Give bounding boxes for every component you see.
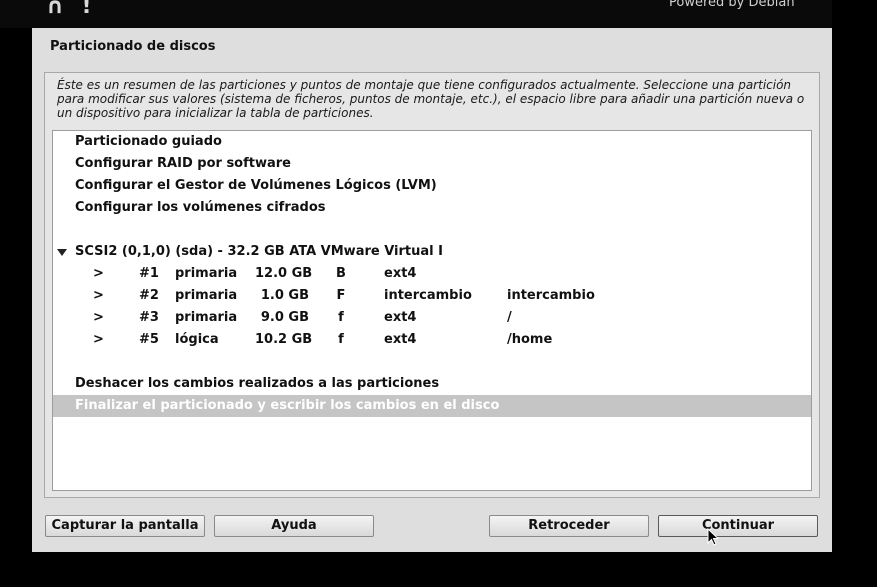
partition-filesystem: ext4 <box>384 310 417 325</box>
partition-row-5[interactable]: > #5 lógica 10.2 GB f ext4 /home <box>53 329 811 351</box>
list-item-configure-lvm[interactable]: Configurar el Gestor de Volúmenes Lógico… <box>53 175 811 197</box>
partition-flag: f <box>338 332 344 347</box>
list-item-configure-raid[interactable]: Configurar RAID por software <box>53 153 811 175</box>
partition-type: lógica <box>175 332 219 347</box>
content-frame: Éste es un resumen de las particiones y … <box>44 72 820 498</box>
partition-size: 9.0 GB <box>260 310 309 325</box>
expand-triangle-icon[interactable] <box>57 249 67 256</box>
powered-by-label: Powered by Debian <box>669 0 795 10</box>
description-text: Éste es un resumen de las particiones y … <box>57 78 805 120</box>
partition-size: 12.0 GB <box>255 266 313 281</box>
partition-arrow-icon: > <box>93 266 104 281</box>
partition-flag: F <box>336 288 346 303</box>
capture-screen-button[interactable]: Capturar la pantalla <box>45 515 205 537</box>
list-item-undo-changes[interactable]: Deshacer los cambios realizados a las pa… <box>53 373 811 395</box>
partition-type: primaria <box>175 266 238 281</box>
partition-mountpoint: intercambio <box>507 288 595 303</box>
partition-number: #5 <box>139 332 159 347</box>
partition-row-1[interactable]: > #1 primaria 12.0 GB B ext4 <box>53 263 811 285</box>
installer-logo: ∩ ! <box>46 0 97 19</box>
list-item-label: Configurar RAID por software <box>75 156 291 171</box>
partition-mountpoint: /home <box>507 332 553 347</box>
back-button[interactable]: Retroceder <box>489 515 649 537</box>
mouse-pointer-icon <box>707 528 719 546</box>
installer-window: Particionado de discos Éste es un resume… <box>32 28 832 552</box>
partition-row-3[interactable]: > #3 primaria 9.0 GB f ext4 / <box>53 307 811 329</box>
partition-filesystem: ext4 <box>384 266 417 281</box>
partition-arrow-icon: > <box>93 332 104 347</box>
help-button[interactable]: Ayuda <box>214 515 374 537</box>
partition-arrow-icon: > <box>93 310 104 325</box>
partition-filesystem: ext4 <box>384 332 417 347</box>
list-item-label: Configurar el Gestor de Volúmenes Lógico… <box>75 178 437 193</box>
list-item-configure-encrypted[interactable]: Configurar los volúmenes cifrados <box>53 197 811 219</box>
continue-button[interactable]: Continuar <box>658 515 818 537</box>
page-title: Particionado de discos <box>50 39 216 54</box>
list-item-finish-partitioning[interactable]: Finalizar el particionado y escribir los… <box>53 395 811 417</box>
partition-size: 10.2 GB <box>255 332 313 347</box>
list-item-guided-partitioning[interactable]: Particionado guiado <box>53 131 811 153</box>
partition-filesystem: intercambio <box>384 288 472 303</box>
partition-flag: B <box>336 266 346 281</box>
partition-listbox[interactable]: Particionado guiado Configurar RAID por … <box>52 130 812 491</box>
partition-type: primaria <box>175 310 238 325</box>
disk-row-sda[interactable]: SCSI2 (0,1,0) (sda) - 32.2 GB ATA VMware… <box>53 241 811 263</box>
partition-number: #3 <box>139 310 159 325</box>
partition-mountpoint: / <box>507 310 512 325</box>
list-item-label: Configurar los volúmenes cifrados <box>75 200 326 215</box>
list-item-label: Particionado guiado <box>75 134 222 149</box>
partition-arrow-icon: > <box>93 288 104 303</box>
disk-label: SCSI2 (0,1,0) (sda) - 32.2 GB ATA VMware… <box>75 244 443 259</box>
partition-row-2[interactable]: > #2 primaria 1.0 GB F intercambio inter… <box>53 285 811 307</box>
partition-number: #2 <box>139 288 159 303</box>
partition-type: primaria <box>175 288 238 303</box>
partition-flag: f <box>338 310 344 325</box>
list-item-label: Finalizar el particionado y escribir los… <box>75 398 500 413</box>
list-item-label: Deshacer los cambios realizados a las pa… <box>75 376 440 391</box>
partition-size: 1.0 GB <box>260 288 309 303</box>
installer-top-banner: ∩ ! Powered by Debian <box>0 0 832 28</box>
partition-number: #1 <box>139 266 159 281</box>
